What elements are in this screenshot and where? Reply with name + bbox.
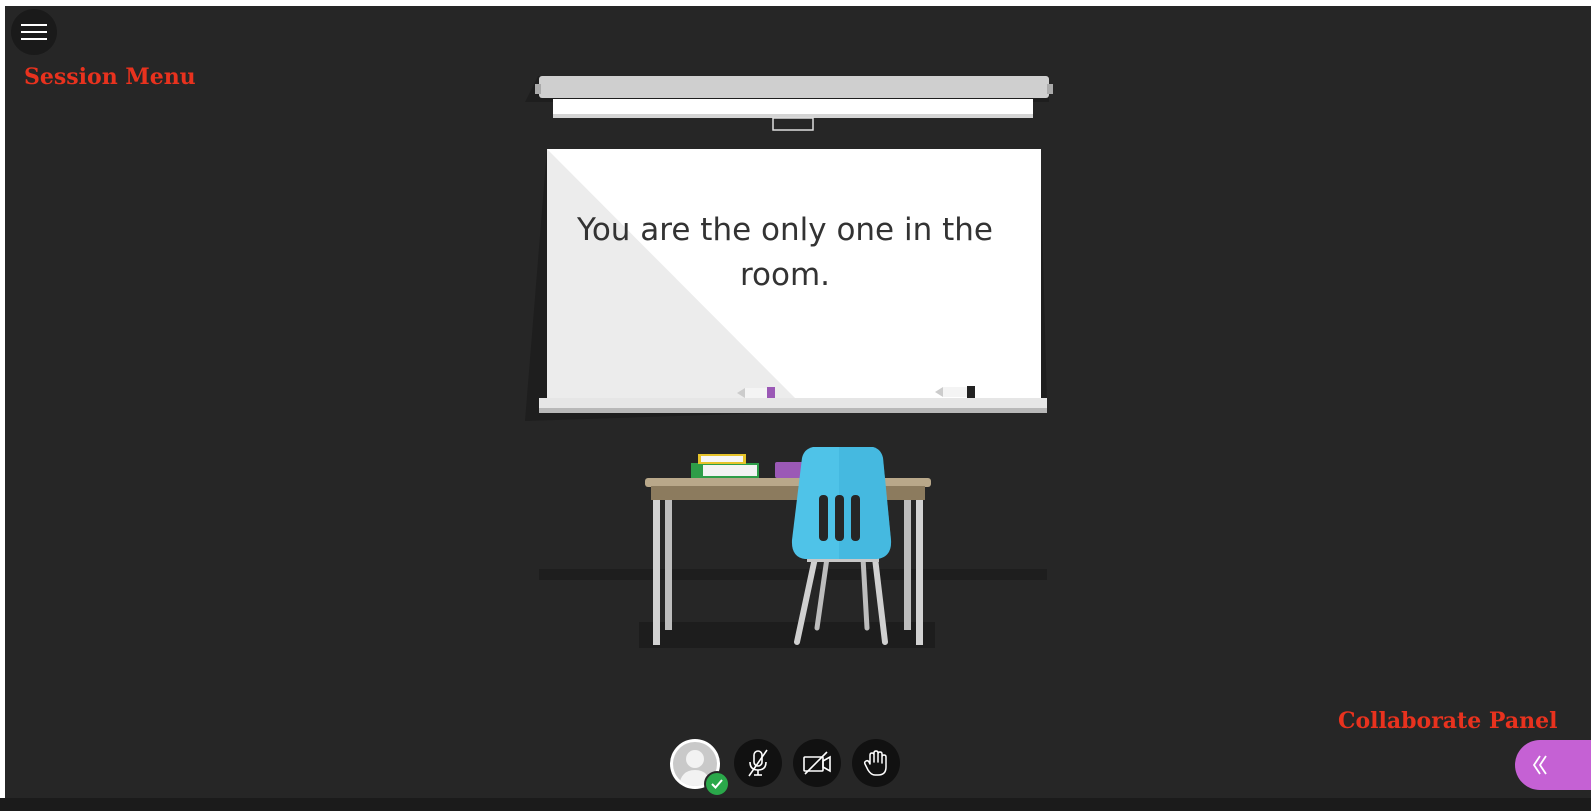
session-stage: Session Menu You are the only one in the…: [5, 6, 1591, 798]
microphone-toggle-button[interactable]: [734, 739, 782, 787]
classroom-illustration: [525, 76, 1053, 648]
collaborate-panel-button[interactable]: [1515, 740, 1591, 790]
bottom-edge: [0, 798, 1591, 811]
raise-hand-button[interactable]: [852, 739, 900, 787]
collaborate-panel-annotation: Collaborate Panel: [1338, 708, 1558, 734]
double-chevron-left-icon: [1532, 755, 1547, 775]
camera-off-icon: [803, 751, 831, 775]
hand-icon: [863, 750, 887, 776]
my-status-avatar-button[interactable]: [670, 739, 730, 797]
camera-toggle-button[interactable]: [793, 739, 841, 787]
room-status-message: You are the only one in the room.: [577, 212, 993, 293]
microphone-muted-icon: [748, 749, 768, 777]
connected-check-icon: [704, 771, 730, 797]
